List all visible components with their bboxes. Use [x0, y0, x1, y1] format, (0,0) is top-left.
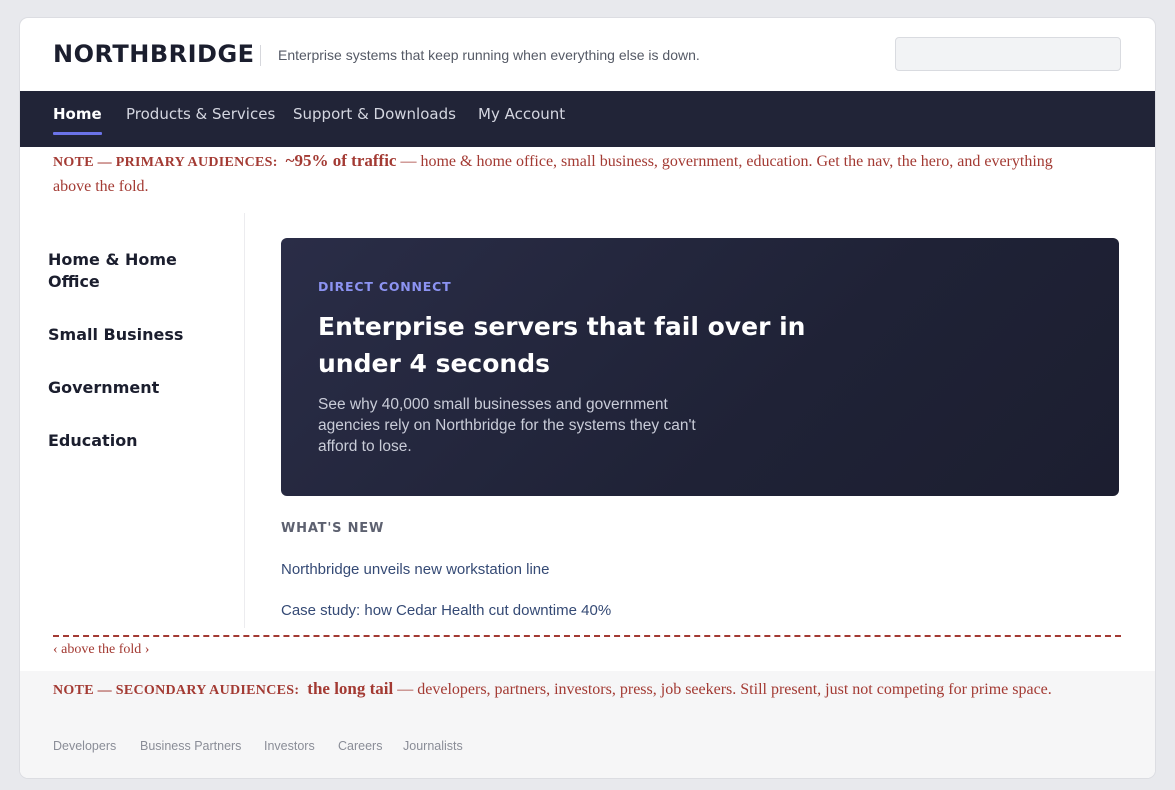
site-logo[interactable]: NORTHBRIDGE	[53, 40, 255, 68]
sidebar-item-government[interactable]: Government	[48, 377, 218, 399]
footer-link-investors[interactable]: Investors	[264, 739, 315, 753]
note-emphasis: ~95% of traffic	[285, 151, 397, 170]
hero-eyebrow: DIRECT CONNECT	[318, 279, 452, 294]
note-label: NOTE — SECONDARY AUDIENCES:	[53, 683, 300, 698]
secondary-audience-note: NOTE — SECONDARY AUDIENCES: the long tai…	[53, 677, 1113, 703]
footer-link-journalists[interactable]: Journalists	[403, 739, 463, 753]
sidebar-item-home-home-office[interactable]: Home & Home Office	[48, 249, 218, 293]
fold-label: ‹ above the fold ›	[53, 642, 150, 657]
note-emphasis: the long tail	[307, 679, 394, 698]
nav-item-home[interactable]: Home	[53, 91, 102, 147]
nav-item-my-account[interactable]: My Account	[478, 91, 565, 147]
audience-sidebar: Home & Home Office Small Business Govern…	[20, 213, 245, 628]
nav-item-label: My Account	[478, 105, 566, 123]
nav-item-label: Products & Services	[126, 105, 276, 123]
news-link[interactable]: Case study: how Cedar Health cut downtim…	[281, 602, 611, 619]
nav-item-label: Support & Downloads	[293, 105, 456, 123]
footer-link-business-partners[interactable]: Business Partners	[140, 739, 241, 753]
hero-title: Enterprise servers that fail over in und…	[318, 312, 806, 378]
nav-item-label: Home	[53, 105, 102, 123]
sidebar-item-small-business[interactable]: Small Business	[48, 324, 218, 346]
sidebar-item-education[interactable]: Education	[48, 430, 218, 452]
nav-item-support-downloads[interactable]: Support & Downloads	[293, 91, 456, 147]
site-header: NORTHBRIDGE Enterprise systems that keep…	[20, 18, 1155, 91]
fold-line	[53, 635, 1121, 637]
note-text: — developers, partners, investors, press…	[397, 681, 1052, 698]
logo-divider	[260, 45, 261, 66]
primary-audience-note: NOTE — PRIMARY AUDIENCES: ~95% of traffi…	[53, 149, 1073, 199]
nav-item-products-services[interactable]: Products & Services	[126, 91, 275, 147]
site-tagline: Enterprise systems that keep running whe…	[278, 47, 700, 63]
note-label: NOTE — PRIMARY AUDIENCES:	[53, 155, 278, 170]
footer-link-careers[interactable]: Careers	[338, 739, 382, 753]
whats-new-heading: WHAT'S NEW	[281, 521, 385, 536]
news-link[interactable]: Northbridge unveils new workstation line	[281, 561, 549, 578]
footer-link-developers[interactable]: Developers	[53, 739, 116, 753]
hero-description: See why 40,000 small businesses and gove…	[318, 396, 696, 455]
hero-banner[interactable]: DIRECT CONNECT Enterprise servers that f…	[281, 238, 1119, 496]
search-input[interactable]	[895, 37, 1121, 71]
main-nav: Home Products & Services Support & Downl…	[20, 91, 1155, 147]
page-card: NORTHBRIDGE Enterprise systems that keep…	[20, 18, 1155, 778]
nav-active-indicator	[53, 132, 102, 135]
